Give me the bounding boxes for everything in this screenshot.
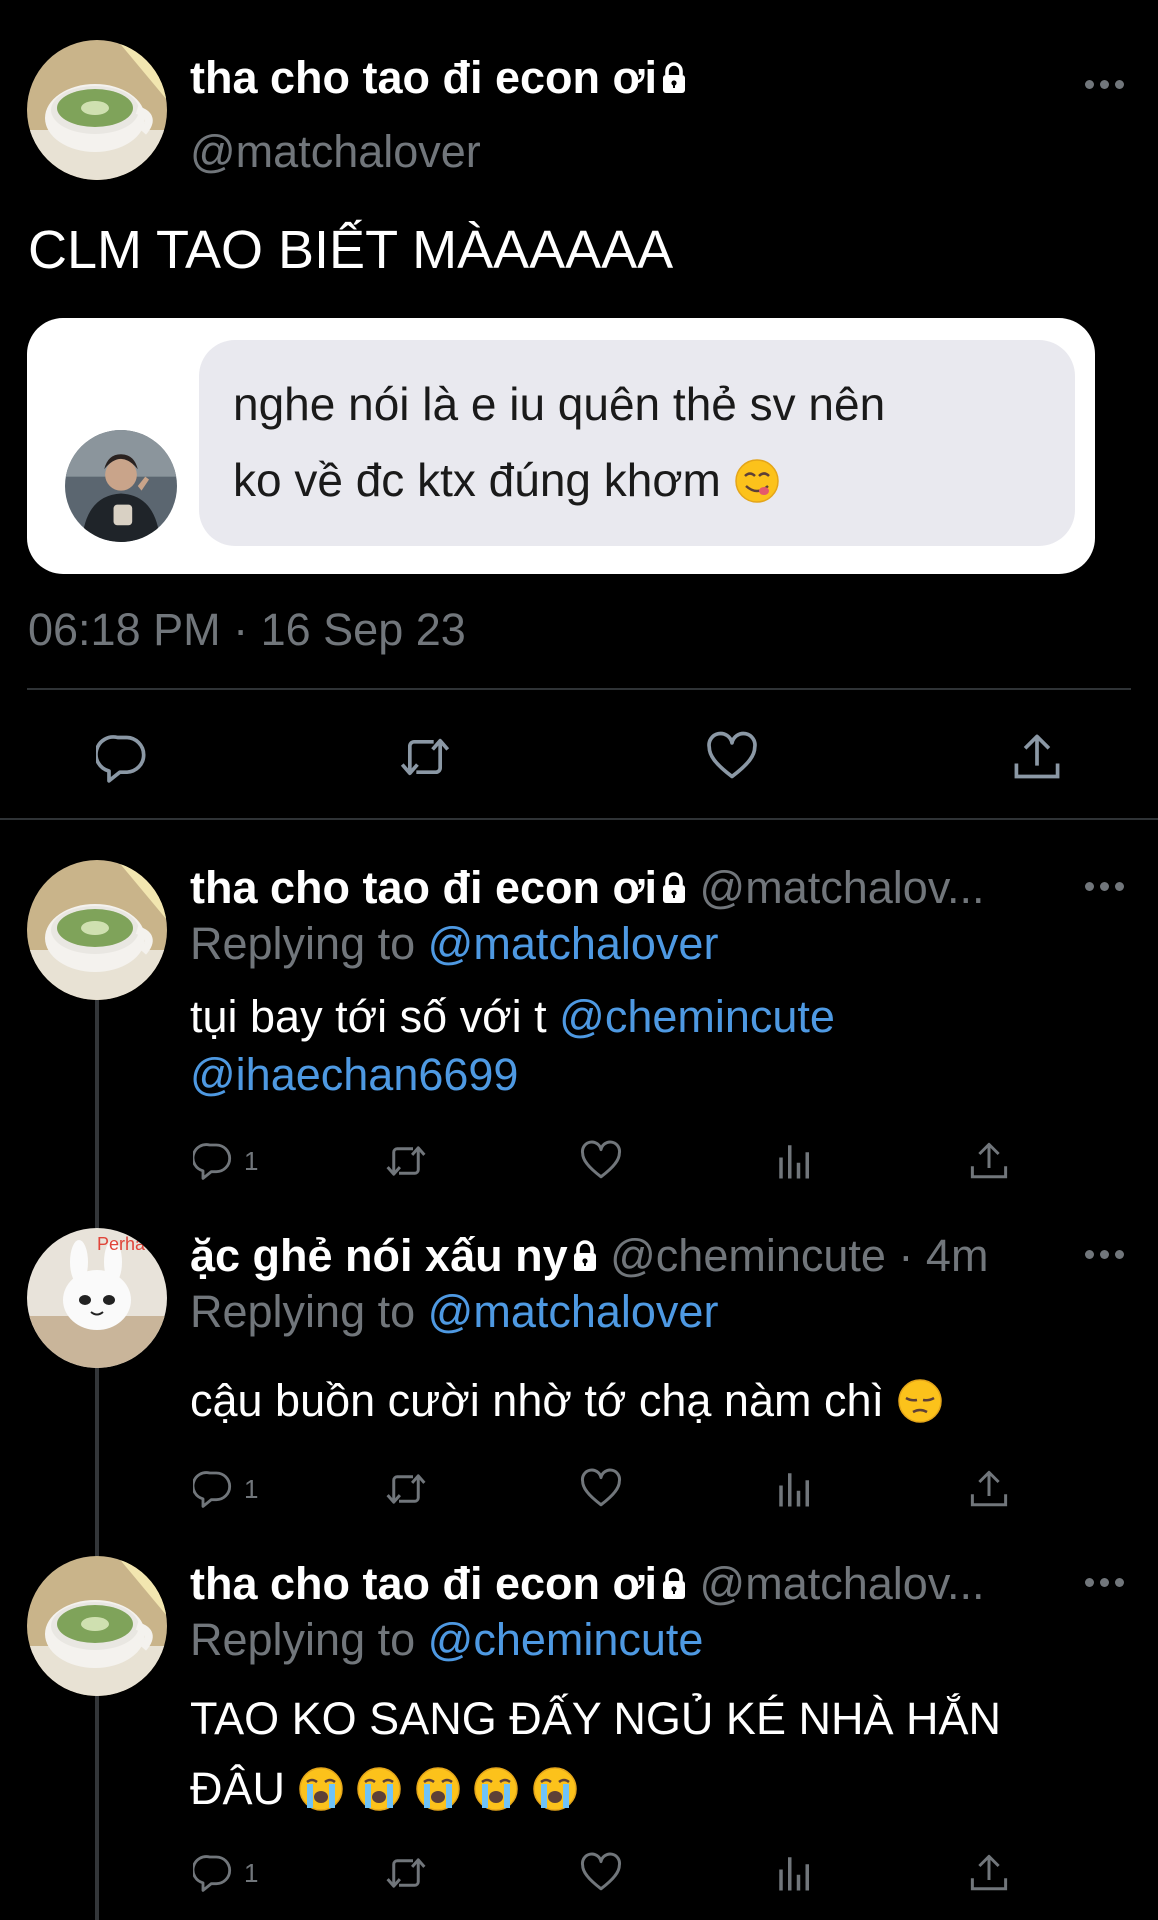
- reply-avatar[interactable]: Perha: [27, 1228, 167, 1368]
- reply-icon[interactable]: [96, 731, 148, 783]
- reply-text: TAO KO SANG ĐẤY NGỦ KÉ NHÀ HẮN ĐÂU: [190, 1684, 1110, 1824]
- matcha-avatar-image: [27, 1556, 167, 1696]
- author-avatar[interactable]: [27, 40, 167, 180]
- avatar-text: Perha: [97, 1234, 146, 1254]
- tweet-text: CLM TAO BIẾT MÀAAAAA: [28, 220, 674, 280]
- reply-text: tụi bay tới số với t @chemincute @ihaech…: [190, 988, 1090, 1104]
- reply-count: 1: [244, 1858, 259, 1888]
- views-icon[interactable]: [774, 1468, 816, 1510]
- reply-text: cậu buồn cười nhờ tớ chạ nàm chì: [190, 1372, 1090, 1430]
- reply-icon[interactable]: [193, 1468, 233, 1508]
- reply-text-plain: tụi bay tới số với t: [190, 991, 547, 1042]
- replying-to-mention[interactable]: @chemincute: [428, 1614, 704, 1665]
- reply-header[interactable]: tha cho tao đi econ ơi @matchalov...: [190, 1558, 1052, 1610]
- share-icon[interactable]: [968, 1140, 1010, 1182]
- reply-text-line-2: ĐÂU: [190, 1763, 286, 1814]
- chat-line-1: nghe nói là e iu quên thẻ sv nên: [233, 378, 886, 430]
- mention-link[interactable]: @ihaechan6699: [190, 1049, 518, 1100]
- like-icon[interactable]: [580, 1140, 622, 1182]
- reply-count: 1: [244, 1474, 259, 1504]
- reply-count: 1: [244, 1146, 259, 1176]
- display-name-text: tha cho tao đi econ ơi: [190, 52, 658, 103]
- tweet-timestamp[interactable]: 06:18 PM · 16 Sep 23: [28, 604, 466, 656]
- chat-bubble: nghe nói là e iu quên thẻ sv nên ko về đ…: [199, 340, 1075, 546]
- chat-line-2: ko về đc ktx đúng khơm: [233, 442, 780, 518]
- reply-handle: @chemincute · 4m: [610, 1230, 989, 1281]
- reply-display-name: ặc ghẻ nói xấu ny: [190, 1230, 568, 1281]
- yum-face-emoji: [734, 458, 780, 504]
- pensive-face-emoji: [897, 1378, 943, 1424]
- crying-face-emoji: [415, 1766, 461, 1812]
- lock-icon: [572, 1239, 598, 1273]
- reply-icon[interactable]: [193, 1852, 233, 1892]
- reply-display-name: tha cho tao đi econ ơi: [190, 1558, 658, 1609]
- replying-to-label: Replying to: [190, 1614, 416, 1665]
- replying-to-line: Replying to @matchalover: [190, 918, 718, 970]
- crying-face-emoji: [298, 1766, 344, 1812]
- replying-to-label: Replying to: [190, 918, 416, 969]
- thread-connector-line: [95, 1000, 99, 1920]
- more-options-icon[interactable]: [1085, 882, 1125, 894]
- more-options-icon[interactable]: [1085, 1250, 1125, 1262]
- retweet-icon[interactable]: [399, 731, 451, 783]
- media-card[interactable]: nghe nói là e iu quên thẻ sv nên ko về đ…: [27, 318, 1095, 574]
- matcha-avatar-image: [27, 860, 167, 1000]
- reply-header[interactable]: tha cho tao đi econ ơi @matchalov...: [190, 862, 1052, 914]
- reply-icon[interactable]: [193, 1140, 233, 1180]
- chat-avatar: [65, 430, 177, 542]
- replying-to-mention[interactable]: @matchalover: [428, 918, 719, 969]
- share-icon[interactable]: [1011, 731, 1063, 783]
- reply-display-name: tha cho tao đi econ ơi: [190, 862, 658, 913]
- reply-handle: @matchalov...: [699, 862, 985, 913]
- author-display-name[interactable]: tha cho tao đi econ ơi: [190, 52, 687, 104]
- crying-face-emoji: [473, 1766, 519, 1812]
- like-icon[interactable]: [580, 1468, 622, 1510]
- replying-to-line: Replying to @matchalover: [190, 1286, 718, 1338]
- chat-line-2-text: ko về đc ktx đúng khơm: [233, 454, 721, 506]
- reply-avatar[interactable]: [27, 860, 167, 1000]
- more-options-icon[interactable]: [1085, 1578, 1125, 1590]
- retweet-icon[interactable]: [385, 1140, 427, 1182]
- like-icon[interactable]: [706, 731, 758, 783]
- divider: [27, 688, 1131, 690]
- views-icon[interactable]: [774, 1852, 816, 1894]
- person-photo-image: [65, 430, 177, 542]
- crying-face-emoji: [356, 1766, 402, 1812]
- lock-icon: [661, 871, 687, 905]
- replying-to-label: Replying to: [190, 1286, 416, 1337]
- section-divider: [0, 818, 1158, 820]
- share-icon[interactable]: [968, 1468, 1010, 1510]
- replying-to-mention[interactable]: @matchalover: [428, 1286, 719, 1337]
- reply-text-line-1: TAO KO SANG ĐẤY NGỦ KÉ NHÀ HẮN: [190, 1693, 1001, 1744]
- lock-icon: [661, 61, 687, 95]
- more-options-icon[interactable]: [1085, 80, 1125, 92]
- retweet-icon[interactable]: [385, 1852, 427, 1894]
- reply-header[interactable]: ặc ghẻ nói xấu ny @chemincute · 4m: [190, 1230, 1070, 1282]
- reply-handle: @matchalov...: [699, 1558, 985, 1609]
- reply-text-plain: cậu buồn cười nhờ tớ chạ nàm chì: [190, 1375, 885, 1426]
- retweet-icon[interactable]: [385, 1468, 427, 1510]
- mention-link[interactable]: @chemincute: [559, 991, 835, 1042]
- matcha-avatar-image: [27, 40, 167, 180]
- author-handle[interactable]: @matchalover: [190, 126, 481, 178]
- like-icon[interactable]: [580, 1852, 622, 1894]
- crying-face-emoji: [532, 1766, 578, 1812]
- reply-avatar[interactable]: [27, 1556, 167, 1696]
- views-icon[interactable]: [774, 1140, 816, 1182]
- replying-to-line: Replying to @chemincute: [190, 1614, 703, 1666]
- lock-icon: [661, 1567, 687, 1601]
- share-icon[interactable]: [968, 1852, 1010, 1894]
